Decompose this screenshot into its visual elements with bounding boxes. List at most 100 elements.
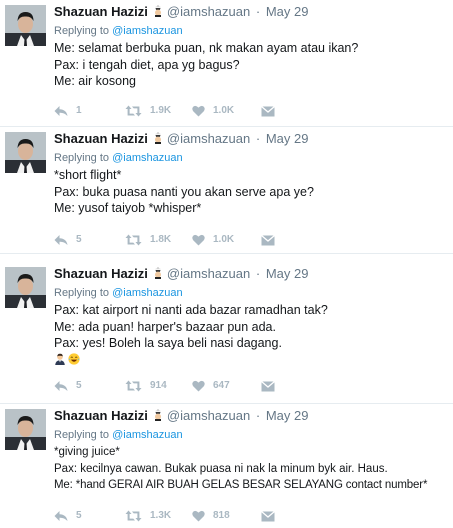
tweet-date[interactable]: May 29 <box>266 408 309 423</box>
retweet-icon <box>125 234 142 246</box>
verified-badge-icon <box>152 267 164 279</box>
author-name[interactable]: Shazuan Hazizi <box>54 266 148 281</box>
separator: · <box>255 4 261 19</box>
avatar-photo <box>5 132 46 173</box>
retweet-button[interactable]: 1.8K <box>125 233 171 247</box>
retweet-button[interactable]: 914 <box>125 379 167 393</box>
retweet-count: 1.9K <box>150 105 172 116</box>
like-count: 1.0K <box>213 234 235 245</box>
direct-message-icon <box>261 235 275 246</box>
like-heart-icon <box>192 234 205 246</box>
reply-count: 5 <box>76 510 82 521</box>
direct-message-button[interactable] <box>261 233 275 247</box>
retweet-icon <box>125 105 142 117</box>
like-count: 647 <box>213 380 230 391</box>
verified-badge-icon <box>152 5 164 17</box>
tweet-text: Pax: kat airport ni nanti ada bazar rama… <box>54 302 453 366</box>
tweet-line: Me: air kosong <box>54 74 136 88</box>
author-name[interactable]: Shazuan Hazizi <box>54 408 148 423</box>
tweet-date[interactable]: May 29 <box>266 4 309 19</box>
tweet-header: Shazuan Hazizi @iamshazuan · May 29 <box>54 131 453 147</box>
tweet-line: Pax: buka puasa nanti you akan serve apa… <box>54 184 314 199</box>
avatar-photo <box>5 409 46 450</box>
tweet-date[interactable]: May 29 <box>266 131 309 146</box>
retweet-count: 1.3K <box>150 510 172 521</box>
tweet: Shazuan Hazizi @iamshazuan · May 29 Reply… <box>0 262 453 404</box>
reply-button[interactable]: 1 <box>54 104 82 118</box>
tweet-line: Me: yusof taiyob *whisper* <box>54 201 202 215</box>
verified-badge-icon <box>152 409 164 421</box>
tweet-text: *short flight* Pax: buka puasa nanti you… <box>54 167 453 217</box>
reply-icon <box>54 381 68 391</box>
like-button[interactable]: 647 <box>192 379 230 393</box>
author-handle[interactable]: @iamshazuan <box>167 4 250 19</box>
reply-handle-link[interactable]: @iamshazuan <box>112 152 182 164</box>
separator: · <box>255 131 261 146</box>
avatar[interactable] <box>5 409 46 450</box>
author-handle[interactable]: @iamshazuan <box>167 131 250 146</box>
direct-message-icon <box>261 106 275 117</box>
like-heart-icon <box>192 510 205 522</box>
reply-button[interactable]: 5 <box>54 379 82 393</box>
reply-handle-link[interactable]: @iamshazuan <box>112 25 182 37</box>
tweet-header: Shazuan Hazizi @iamshazuan · May 29 <box>54 266 453 282</box>
verified-badge-icon <box>152 132 164 144</box>
author-handle[interactable]: @iamshazuan <box>167 266 250 281</box>
tweet-text: Me: selamat berbuka puan, nk makan ayam … <box>54 40 453 90</box>
reply-button[interactable]: 5 <box>54 509 82 523</box>
author-name[interactable]: Shazuan Hazizi <box>54 4 148 19</box>
reply-prefix: Replying to <box>54 152 110 164</box>
like-button[interactable]: 1.0K <box>192 233 234 247</box>
reply-count: 1 <box>76 105 82 116</box>
tweet-actions: 5 914 647 <box>54 379 453 393</box>
like-count: 818 <box>213 510 230 521</box>
avatar-photo <box>5 267 46 308</box>
tweet-line: Pax: kecilnya cawan. Bukak puasa ni nak … <box>54 462 388 475</box>
reply-context: Replying to @iamshazuan <box>54 428 453 442</box>
reply-context: Replying to @iamshazuan <box>54 286 453 300</box>
reply-icon <box>54 106 68 116</box>
tweet-date[interactable]: May 29 <box>266 266 309 281</box>
retweet-count: 914 <box>150 380 167 391</box>
tweet-header: Shazuan Hazizi @iamshazuan · May 29 <box>54 4 453 20</box>
avatar-photo <box>5 5 46 46</box>
like-button[interactable]: 818 <box>192 509 230 523</box>
tweet-line: *giving juice* <box>54 446 120 458</box>
reply-handle-link[interactable]: @iamshazuan <box>112 429 182 441</box>
tweet-line: Me: ada puan! harper's bazaar pun ada. <box>54 319 276 334</box>
retweet-button[interactable]: 1.9K <box>125 104 171 118</box>
retweet-count: 1.8K <box>150 234 172 245</box>
like-button[interactable]: 1.0K <box>192 104 234 118</box>
like-heart-icon <box>192 380 205 392</box>
direct-message-icon <box>261 511 275 522</box>
avatar[interactable] <box>5 267 46 308</box>
reply-count: 5 <box>76 380 82 391</box>
direct-message-button[interactable] <box>261 379 275 393</box>
direct-message-button[interactable] <box>261 509 275 523</box>
avatar[interactable] <box>5 132 46 173</box>
author-name[interactable]: Shazuan Hazizi <box>54 131 148 146</box>
emoji-row <box>54 352 453 366</box>
retweet-icon <box>125 380 142 392</box>
retweet-button[interactable]: 1.3K <box>125 509 171 523</box>
tweet: Shazuan Hazizi @iamshazuan · May 29 Reply… <box>0 127 453 254</box>
tweet-header: Shazuan Hazizi @iamshazuan · May 29 <box>54 408 453 424</box>
reply-button[interactable]: 5 <box>54 233 82 247</box>
reply-count: 5 <box>76 234 82 245</box>
avatar[interactable] <box>5 5 46 46</box>
reply-icon <box>54 235 68 245</box>
tweet: Shazuan Hazizi @iamshazuan · May 29 Reply… <box>0 0 453 127</box>
reply-handle-link[interactable]: @iamshazuan <box>112 287 182 299</box>
separator: · <box>255 266 261 281</box>
like-heart-icon <box>192 105 205 117</box>
tweet-text: *giving juice* Pax: kecilnya cawan. Buka… <box>54 444 453 494</box>
tweet-line: Me: *hand GERAI AIR BUAH GELAS BESAR SEL… <box>54 479 428 491</box>
direct-message-button[interactable] <box>261 104 275 118</box>
tweet-line: Pax: kat airport ni nanti ada bazar rama… <box>54 303 328 317</box>
author-handle[interactable]: @iamshazuan <box>167 408 250 423</box>
tweet-actions: 5 1.3K 818 <box>54 509 453 523</box>
direct-message-icon <box>261 381 275 392</box>
tweet-line: *short flight* <box>54 168 122 182</box>
reply-prefix: Replying to <box>54 25 110 37</box>
reply-prefix: Replying to <box>54 287 110 299</box>
